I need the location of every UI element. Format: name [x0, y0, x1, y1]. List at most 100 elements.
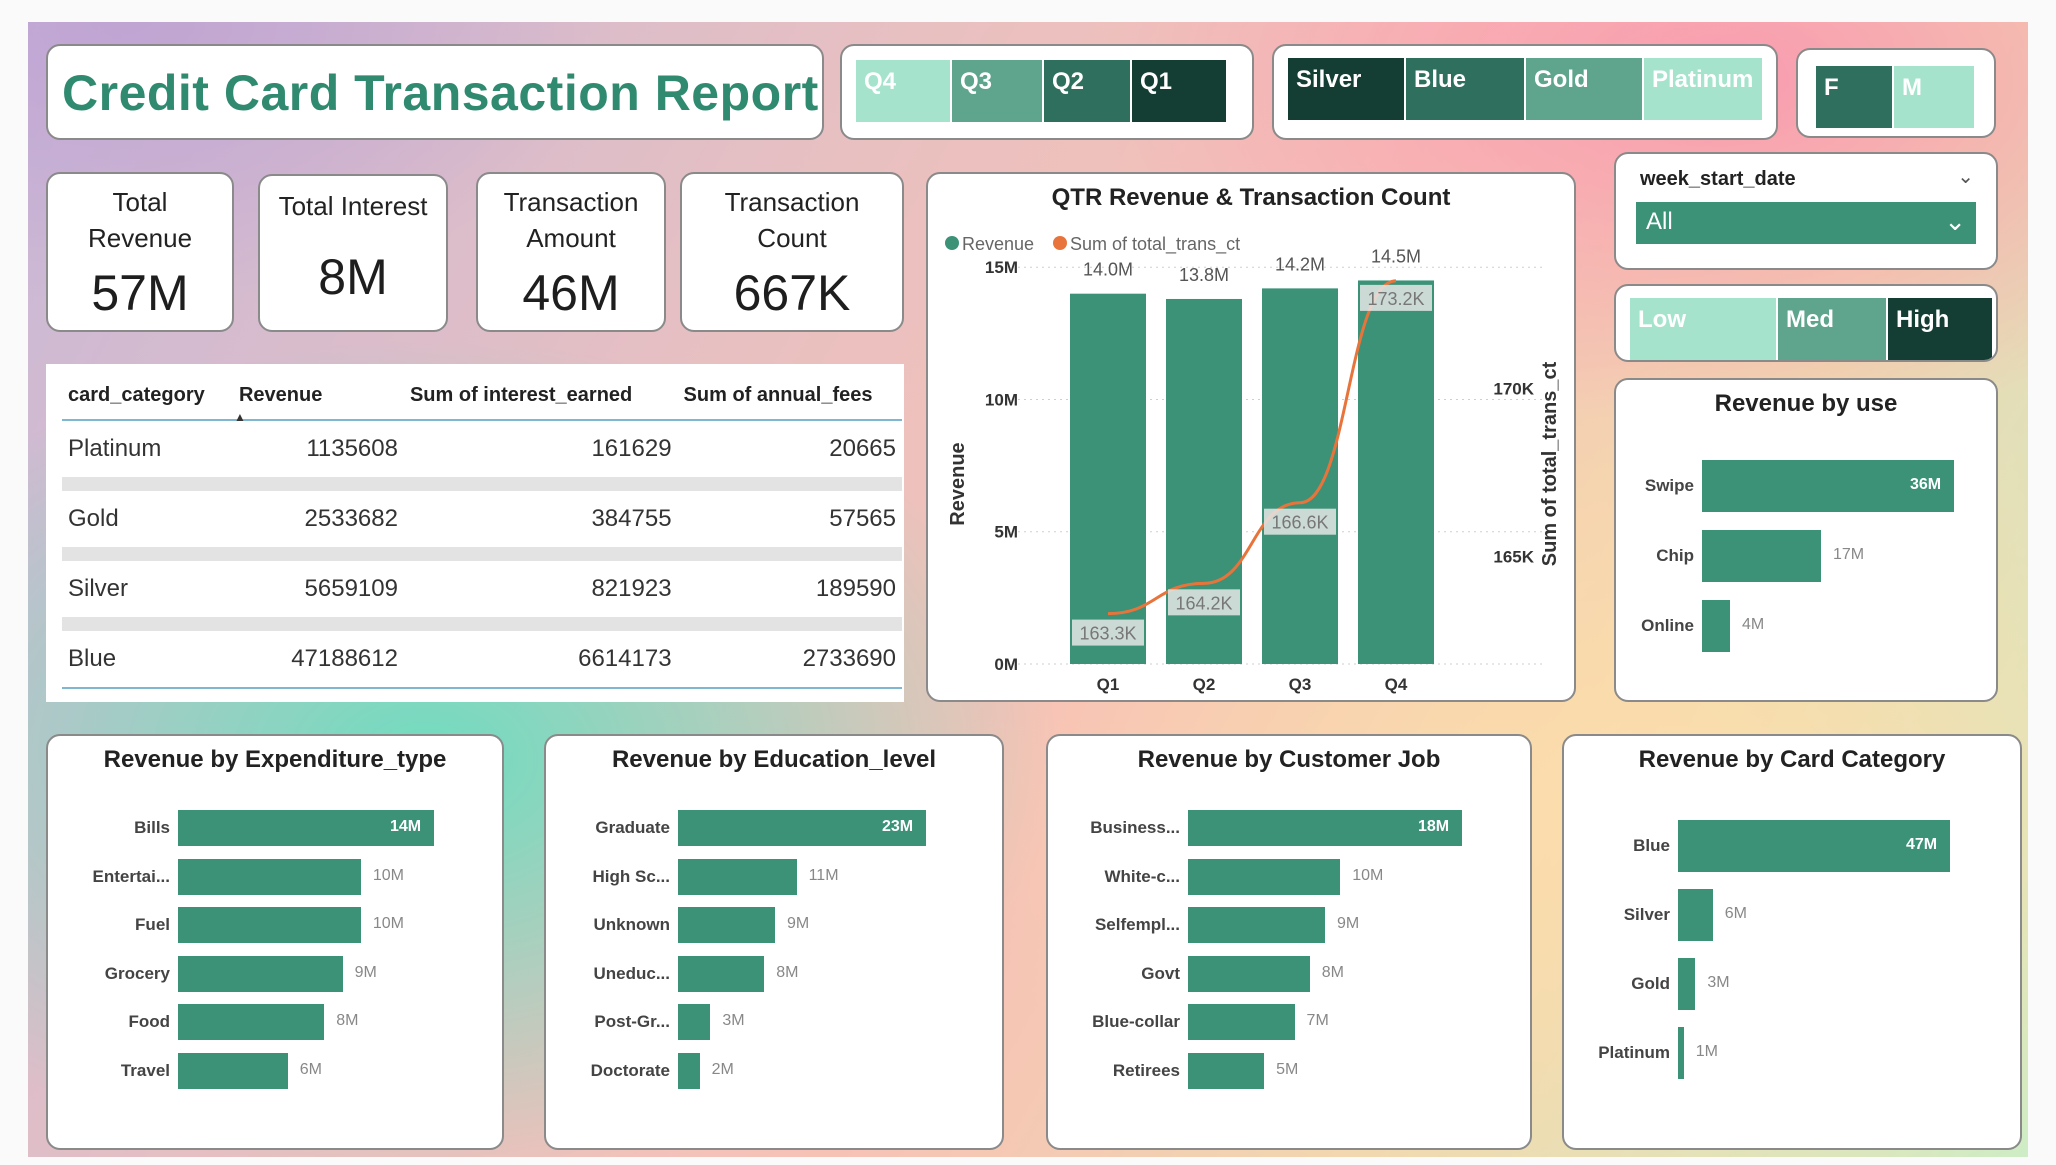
x-tick-label: Q3 [1289, 675, 1312, 694]
revenue-by-education-chart: Revenue by Education_level Graduate 23M Hi… [544, 734, 1004, 1150]
bar[interactable] [1702, 530, 1821, 582]
bar-value-label: 36M [1910, 476, 1942, 493]
bar-value-label: 14.2M [1275, 254, 1325, 274]
slicer-tile-q3[interactable]: Q3 [952, 60, 1044, 122]
bar[interactable] [1188, 907, 1325, 943]
y2-axis-title: Sum of total_trans_ct [1539, 361, 1561, 566]
line-value-label: 164.2K [1175, 593, 1232, 613]
slicer-tile-f[interactable]: F [1816, 66, 1894, 128]
column-header[interactable]: Sum of interest_earned [403, 374, 678, 421]
bar[interactable] [1188, 955, 1310, 992]
y-tick-label: 0M [994, 655, 1018, 674]
slicer-tile-silver[interactable]: Silver [1288, 58, 1406, 120]
row-separator [62, 477, 902, 491]
kpi-label: Transaction [503, 187, 639, 217]
bar[interactable] [1678, 958, 1696, 1010]
bar[interactable] [1678, 889, 1713, 941]
bar-value-label: 8M [1321, 963, 1344, 981]
separator-cell [62, 547, 233, 561]
bar[interactable] [178, 907, 361, 943]
bar-category-label: Silver [1623, 905, 1670, 924]
chevron-down-icon[interactable]: ⌄ [1957, 164, 1974, 189]
column-header[interactable]: card_category [62, 374, 233, 421]
bar[interactable] [178, 955, 343, 992]
table-row[interactable]: Blue 47188612 6614173 2733690 [62, 631, 902, 688]
sort-ascending-icon[interactable]: ▲ [234, 410, 246, 424]
table-cell: 6614173 [578, 645, 672, 672]
week-start-date-dropdown[interactable]: All ⌄ [1636, 202, 1976, 244]
kpi-label: Transaction [724, 187, 860, 217]
bar-value-label: 8M [776, 963, 799, 981]
bar[interactable] [178, 1052, 288, 1089]
bar[interactable] [678, 907, 776, 943]
separator-cell [677, 547, 902, 561]
bar-category-label: Entertai... [92, 866, 170, 886]
kpi-value: 57M [91, 265, 189, 321]
kpi-total-revenue: Total Revenue 57M [46, 172, 234, 332]
bar-value-label: 9M [354, 963, 377, 981]
bar-category-label: Gold [1631, 974, 1670, 993]
kpi-total-interest: Total Interest 8M [258, 174, 448, 332]
bar-category-label: Graduate [595, 818, 670, 837]
bar-value-label: 13.8M [1179, 265, 1229, 285]
slicer-tile-blue[interactable]: Blue [1406, 58, 1526, 120]
bar[interactable] [678, 1052, 700, 1089]
slicer-tile-low[interactable]: Low [1630, 298, 1778, 360]
bar[interactable] [678, 1004, 711, 1040]
table-cell: 2733690 [802, 645, 896, 672]
income-slicer: Low Med High [1614, 284, 1998, 362]
bar[interactable] [678, 955, 765, 992]
bar[interactable] [1188, 858, 1341, 895]
kpi-label: Total [112, 187, 168, 217]
table-cell: 5659109 [304, 575, 398, 602]
slicer-tile-platinum[interactable]: Platinum [1644, 58, 1762, 120]
table-row[interactable]: Gold 2533682 384755 57565 [62, 491, 902, 547]
table-cell: 1135608 [306, 435, 398, 462]
bar[interactable] [178, 1004, 325, 1040]
column-header[interactable]: Revenue [232, 374, 404, 421]
income-slicer-tiles: Low Med High [1630, 298, 1992, 360]
bar-value-label: 18M [1418, 818, 1450, 835]
dropdown-value: All [1646, 208, 1673, 235]
row-separator [62, 617, 902, 631]
slicer-tile-q4[interactable]: Q4 [856, 60, 952, 122]
revenue-by-use-chart: Revenue by use Swipe 36M Chip 17M Online 4M [1614, 378, 1998, 702]
kpi-value: 667K [733, 265, 851, 321]
slicer-tile-med[interactable]: Med [1778, 298, 1888, 360]
slicer-tile-q2[interactable]: Q2 [1044, 60, 1132, 122]
bar[interactable] [678, 858, 797, 895]
table-cell: 57565 [829, 505, 896, 532]
kpi-label: Total Interest [278, 191, 428, 221]
column-header[interactable]: Sum of annual_fees [677, 374, 902, 421]
bar[interactable] [178, 858, 361, 895]
bar[interactable] [1702, 600, 1730, 652]
x-tick-label: Q2 [1193, 675, 1216, 694]
table-total-row: Total5651701179824803001510 [62, 687, 902, 702]
slicer-tile-q1[interactable]: Q1 [1132, 60, 1226, 122]
bar-category-label: Blue [1633, 836, 1670, 855]
table-row[interactable]: Platinum 1135608 161629 20665 [62, 420, 902, 477]
slicer-tile-high[interactable]: High [1888, 298, 1992, 360]
separator-cell [232, 617, 404, 631]
total-cell: 7982480 [403, 687, 678, 702]
bar-category-label: Uneduc... [593, 963, 670, 983]
table-cell: 20665 [829, 435, 896, 462]
bar[interactable] [1678, 1027, 1684, 1079]
revenue-by-expenditure-chart: Revenue by Expenditure_type Bills 14M Ente… [46, 734, 504, 1150]
bar[interactable] [1188, 1052, 1265, 1089]
bar[interactable] [1188, 1004, 1295, 1040]
x-tick-label: Q4 [1385, 675, 1408, 694]
table-row[interactable]: Silver 5659109 821923 189590 [62, 561, 902, 617]
transaction-count-line[interactable] [1107, 279, 1397, 616]
bar-category-label: Doctorate [590, 1060, 670, 1080]
total-cell: 56517011 [232, 687, 404, 702]
bar[interactable] [1358, 280, 1434, 664]
slicer-tile-gold[interactable]: Gold [1526, 58, 1644, 120]
slicer-tile-m[interactable]: M [1894, 66, 1974, 128]
kpi-value: 46M [522, 265, 620, 321]
bar-category-label: Grocery [104, 963, 170, 983]
page-title: Credit Card Transaction Report [62, 65, 819, 121]
bar-value-label: 7M [1306, 1012, 1329, 1029]
table-cell: Gold [68, 505, 119, 532]
gender-slicer-tiles: FM [1816, 66, 1974, 128]
